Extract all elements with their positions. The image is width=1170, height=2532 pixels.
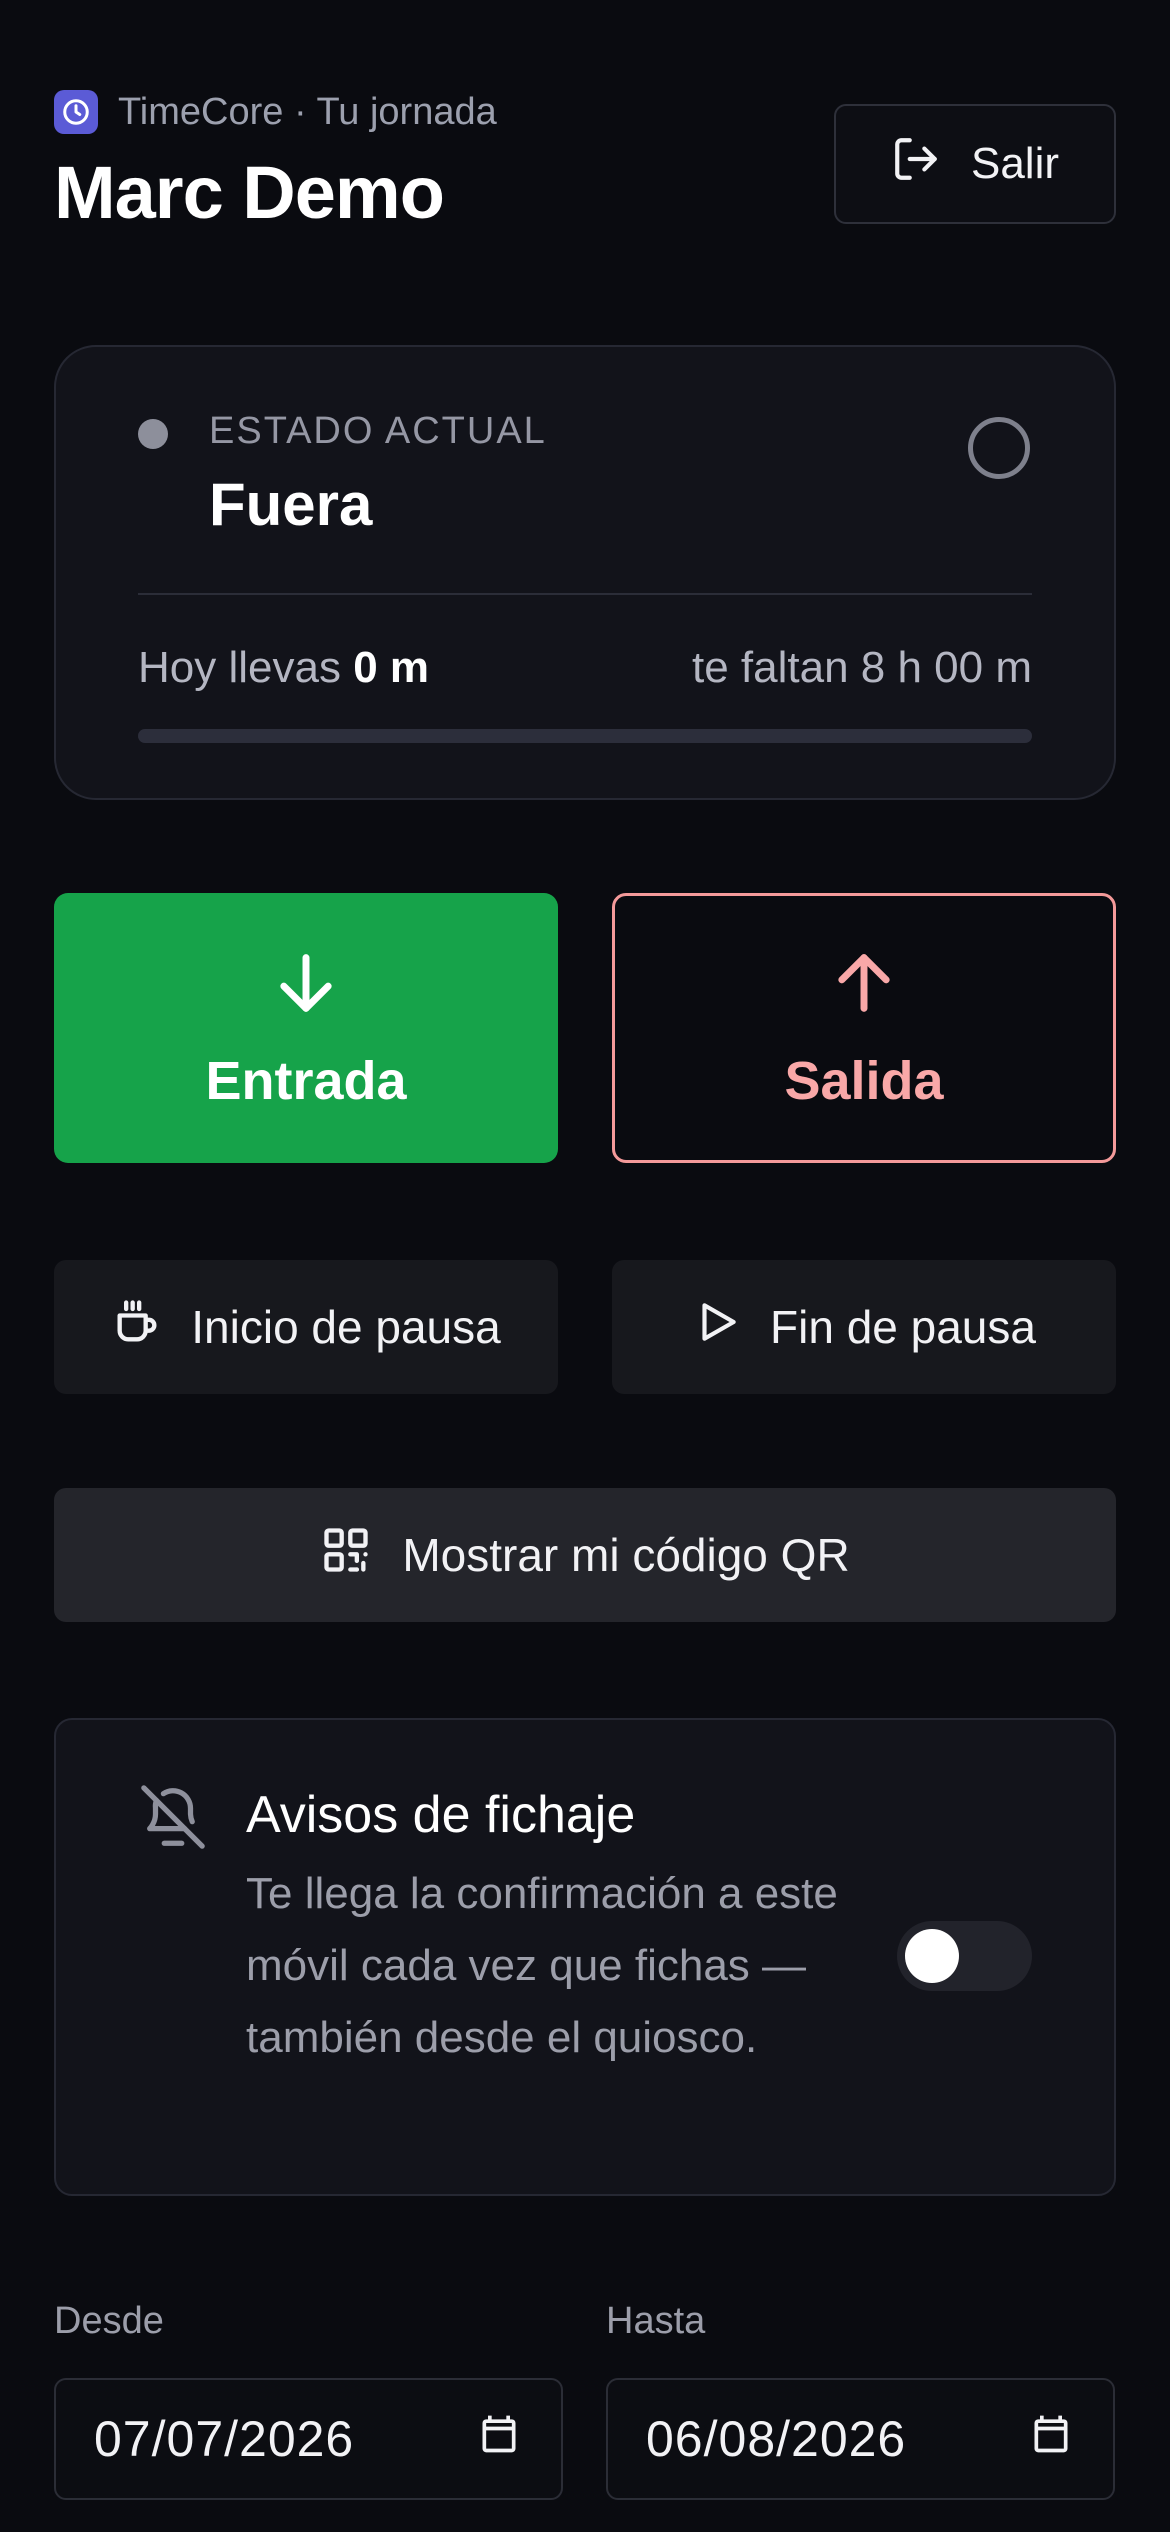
workday-progress-bar <box>138 729 1032 743</box>
worked-today-prefix: Hoy llevas <box>138 643 341 692</box>
notifications-toggle[interactable] <box>897 1921 1032 1991</box>
worked-today-value: 0 m <box>353 643 430 692</box>
notifications-title: Avisos de fichaje <box>246 1786 636 1844</box>
show-qr-label: Mostrar mi código QR <box>402 1529 850 1581</box>
arrow-up-icon <box>826 945 902 1026</box>
date-from-value: 07/07/2026 <box>94 2411 355 2467</box>
status-indicator-dot <box>138 419 168 449</box>
notifications-description: Te llega la confirmación a este móvil ca… <box>246 1869 838 2062</box>
clock-out-label: Salida <box>784 1050 944 1111</box>
clock-in-button[interactable]: Entrada <box>54 893 558 1163</box>
divider <box>138 593 1032 595</box>
arrow-down-icon <box>268 945 344 1026</box>
play-icon <box>692 1297 742 1358</box>
break-end-label: Fin de pausa <box>770 1301 1036 1353</box>
logout-icon <box>891 134 941 195</box>
calendar-icon[interactable] <box>1029 2410 1073 2468</box>
date-to-field[interactable]: 06/08/2026 <box>606 2378 1115 2500</box>
date-from-field[interactable]: 07/07/2026 <box>54 2378 563 2500</box>
toggle-knob <box>905 1929 959 1983</box>
clock-out-button[interactable]: Salida <box>612 893 1116 1163</box>
status-value: Fuera <box>209 471 373 538</box>
page-title: Marc Demo <box>54 151 445 234</box>
time-remaining: te faltan 8 h 00 m <box>692 643 1032 692</box>
date-to-value: 06/08/2026 <box>646 2411 907 2467</box>
break-start-button[interactable]: Inicio de pausa <box>54 1260 558 1394</box>
logout-button[interactable]: Salir <box>834 104 1116 224</box>
circle-outline-icon <box>968 417 1030 479</box>
date-from-label: Desde <box>54 2300 164 2342</box>
status-kicker: ESTADO ACTUAL <box>209 410 547 452</box>
bell-off-icon <box>138 1782 208 1852</box>
show-qr-button[interactable]: Mostrar mi código QR <box>54 1488 1116 1622</box>
break-end-button[interactable]: Fin de pausa <box>612 1260 1116 1394</box>
brand-text: TimeCore · Tu jornada <box>118 90 497 133</box>
clock-in-label: Entrada <box>205 1050 407 1111</box>
coffee-icon <box>111 1296 163 1359</box>
qr-code-icon <box>320 1524 372 1587</box>
clock-icon <box>54 90 98 134</box>
calendar-icon[interactable] <box>477 2410 521 2468</box>
brand: TimeCore · Tu jornada <box>54 90 497 134</box>
date-to-label: Hasta <box>606 2300 706 2342</box>
logout-label: Salir <box>970 139 1060 188</box>
worked-today: Hoy llevas 0 m <box>138 643 429 693</box>
break-start-label: Inicio de pausa <box>191 1301 501 1353</box>
